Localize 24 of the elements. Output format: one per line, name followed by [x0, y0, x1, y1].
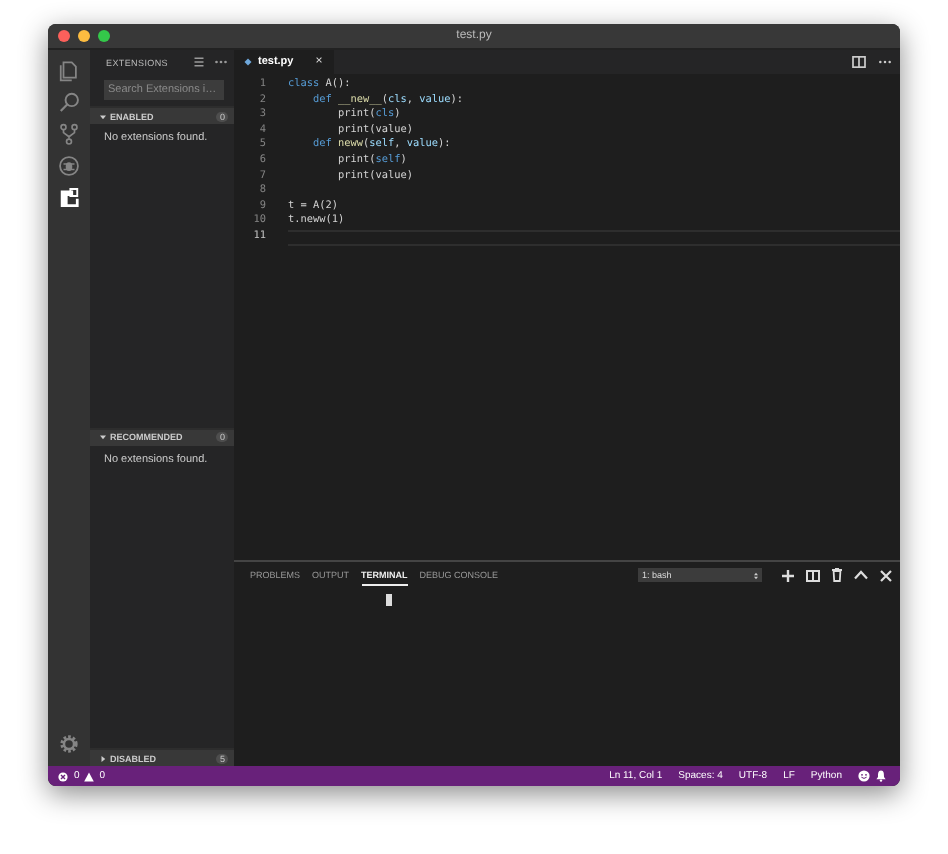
close-icon[interactable] — [880, 569, 892, 581]
settings-icon[interactable] — [58, 732, 80, 756]
extensions-icon[interactable] — [58, 186, 80, 210]
chevron-up-icon[interactable] — [854, 570, 868, 580]
warning-icon[interactable] — [83, 771, 94, 781]
search-icon[interactable] — [58, 90, 80, 114]
trash-icon[interactable] — [832, 568, 842, 582]
plus-icon[interactable] — [782, 569, 794, 581]
close-button[interactable] — [58, 30, 70, 42]
minimize-button[interactable] — [78, 30, 90, 42]
bug-icon[interactable] — [58, 154, 80, 178]
files-icon[interactable] — [58, 58, 80, 82]
branch-icon[interactable] — [58, 122, 80, 146]
more-icon[interactable] — [214, 56, 228, 68]
file-icon — [244, 58, 252, 66]
zoom-button[interactable] — [98, 30, 110, 42]
error-icon[interactable] — [58, 771, 68, 781]
bell-icon[interactable] — [876, 770, 886, 782]
terminal-cursor — [386, 594, 392, 606]
split-terminal-icon[interactable] — [806, 569, 820, 581]
more-icon[interactable] — [878, 56, 892, 68]
smiley-icon[interactable] — [858, 770, 870, 782]
filter-icon[interactable] — [192, 56, 206, 68]
split-editor-icon[interactable] — [852, 56, 866, 68]
